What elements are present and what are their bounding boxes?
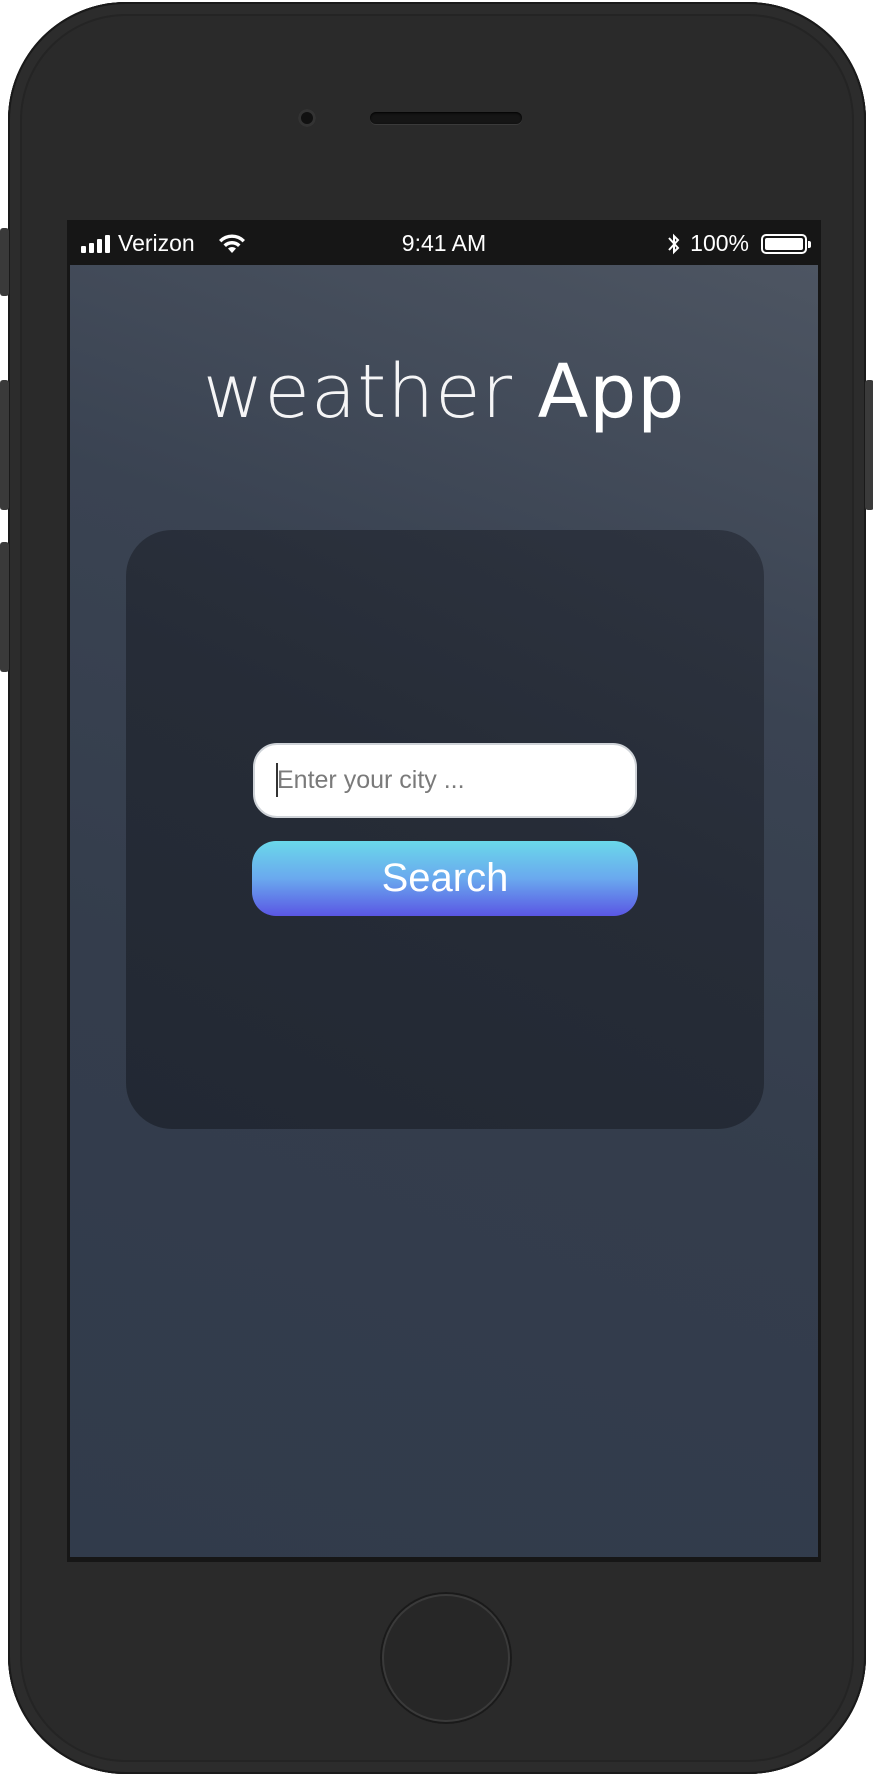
app-title: weather App [70, 349, 818, 435]
status-right: 100% [666, 230, 811, 257]
status-bar: Verizon 9:41 AM 100% [67, 220, 821, 265]
screen: Verizon 9:41 AM 100% weather App Enter y… [67, 220, 821, 1562]
search-button[interactable]: Search [252, 841, 638, 916]
volume-down-button [0, 542, 9, 672]
home-button[interactable] [380, 1592, 512, 1724]
power-button [865, 380, 873, 510]
app-background: weather App Search [70, 265, 818, 1557]
battery-icon [761, 233, 811, 254]
bluetooth-icon [668, 233, 680, 254]
earpiece-speaker [370, 112, 522, 124]
front-camera [298, 109, 316, 127]
city-search-input[interactable] [253, 743, 637, 818]
text-cursor [276, 763, 278, 797]
app-title-bold: App [537, 349, 686, 435]
search-card: Search [126, 530, 764, 1129]
battery-percentage: 100% [690, 230, 749, 256]
volume-up-button [0, 380, 9, 510]
app-title-light: weather [202, 349, 514, 435]
phone-frame: Verizon 9:41 AM 100% weather App Enter y… [0, 2, 873, 1774]
mute-switch [0, 228, 9, 296]
